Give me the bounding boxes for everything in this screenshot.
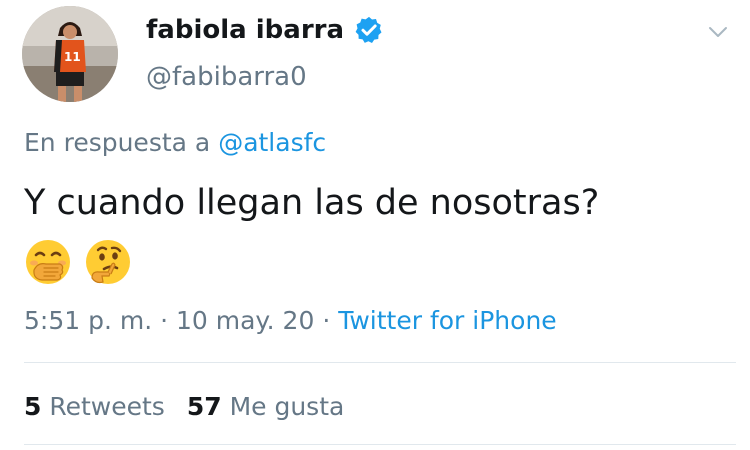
display-name[interactable]: fabiola ibarra [146, 12, 344, 48]
retweets-count: 5 [24, 392, 42, 421]
verified-badge-icon [354, 15, 384, 45]
likes-stat[interactable]: 57 Me gusta [187, 392, 345, 421]
likes-label: Me gusta [221, 392, 345, 421]
avatar[interactable]: 11 [22, 6, 118, 102]
reply-context: En respuesta a @atlasfc [24, 126, 326, 160]
tweet-date[interactable]: 10 may. 20 [176, 306, 314, 335]
user-handle[interactable]: @fabibarra0 [146, 60, 307, 94]
chevron-down-icon[interactable] [706, 20, 730, 44]
meta-separator-1: · [152, 306, 176, 335]
divider-bottom [24, 444, 736, 445]
tweet-meta: 5:51 p. m. · 10 may. 20 · Twitter for iP… [24, 304, 557, 338]
tweet-stats: 5 Retweets 57 Me gusta [24, 390, 344, 424]
tweet-text: Y cuando llegan las de nosotras? [24, 183, 600, 223]
tweet-time[interactable]: 5:51 p. m. [24, 306, 152, 335]
retweets-label: Retweets [41, 392, 165, 421]
likes-count: 57 [186, 392, 222, 421]
avatar-jersey-number: 11 [64, 50, 81, 64]
emoji-row [24, 238, 132, 286]
meta-separator-2: · [314, 306, 339, 335]
tweet-source-link[interactable]: Twitter for iPhone [338, 306, 556, 335]
retweets-stat[interactable]: 5 Retweets [24, 392, 165, 421]
reply-prefix: En respuesta a [24, 128, 219, 157]
reply-mention-link[interactable]: @atlasfc [218, 128, 326, 157]
avatar-image: 11 [22, 6, 118, 102]
thinking-face-icon [86, 240, 130, 284]
face-with-hand-over-mouth-icon [26, 240, 70, 284]
user-name-row: fabiola ibarra [146, 12, 384, 48]
divider-top [24, 362, 736, 363]
